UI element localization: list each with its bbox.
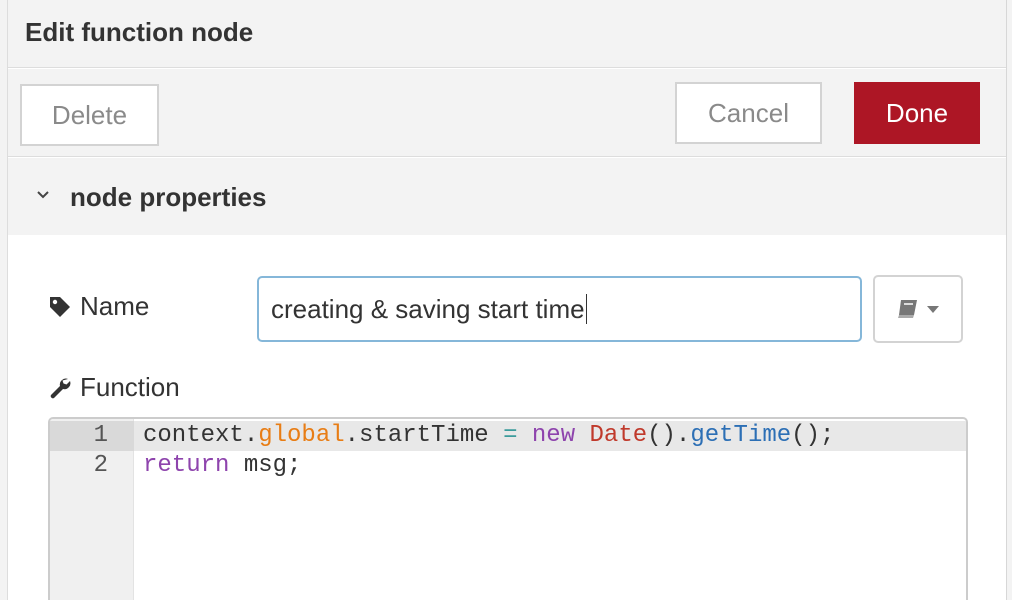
function-label: Function [80,372,180,402]
code-token: new [531,422,576,449]
code-text: context.global.startTime = new Date().ge… [143,421,834,451]
code-line: 2 return msg; [50,451,966,481]
section-label: node properties [70,182,267,212]
code-token: global [258,422,345,449]
text-caret [585,294,587,324]
code-token: context. [143,422,259,449]
right-edge [1006,0,1012,600]
caret-down-icon [927,306,939,313]
code-text: return msg; [143,451,301,481]
done-button[interactable]: Done [854,82,980,144]
left-edge [0,0,8,600]
book-icon [898,300,917,318]
code-token: getTime [690,422,792,449]
code-editor[interactable]: 1 context.global.startTime = new Date().… [48,417,968,600]
code-token: return [143,452,230,479]
wrench-icon [50,378,71,398]
code-line: 1 context.global.startTime = new Date().… [50,421,966,451]
code-token: (); [791,422,835,449]
chevron-down-icon [37,191,49,199]
code-token: .startTime [344,422,504,449]
tag-icon [50,296,70,317]
name-input[interactable]: creating & saving start time [257,276,862,342]
edit-dialog: Edit function node Delete Cancel Done no… [0,0,1012,600]
library-button[interactable] [873,275,963,343]
dialog-title: Edit function node [25,17,254,47]
name-label-row: Name [48,291,149,322]
name-input-value: creating & saving start time [271,293,585,324]
delete-button[interactable]: Delete [20,84,159,146]
code-token: (). [647,422,691,449]
name-label: Name [80,291,150,321]
code-token: = [503,422,518,449]
properties-content: Name creating & saving start time Functi… [8,235,1006,600]
line-number: 1 [50,421,134,451]
dialog-toolbar: Delete Cancel Done [8,69,1006,157]
node-properties-header[interactable]: node properties [8,158,1006,235]
cancel-button[interactable]: Cancel [675,82,822,144]
code-token: Date [589,422,648,449]
line-number: 2 [93,452,108,479]
code-token: msg; [229,452,302,479]
function-label-row: Function [48,372,180,403]
dialog-header: Edit function node [8,0,1006,68]
